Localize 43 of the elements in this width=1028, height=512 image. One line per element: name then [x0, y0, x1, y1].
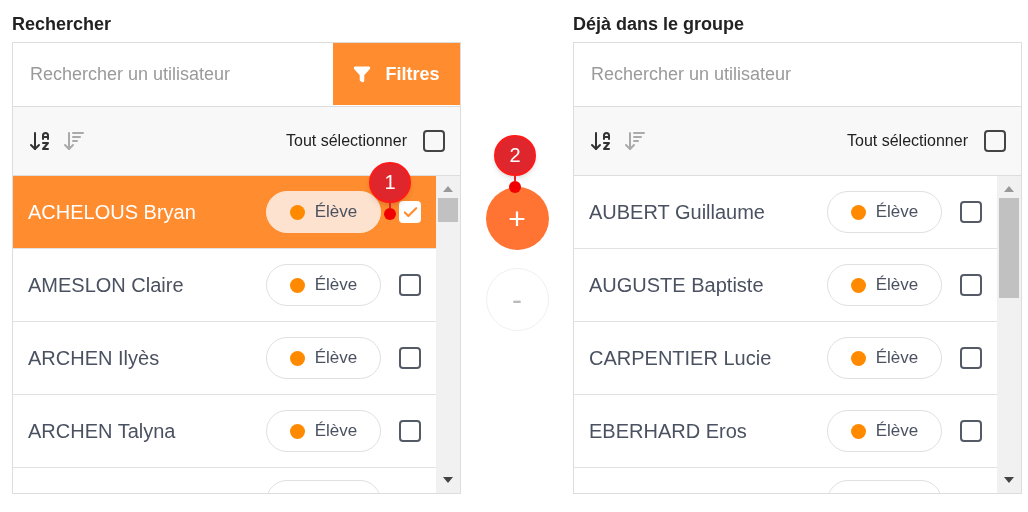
role-label: Élève	[314, 274, 358, 297]
user-name: EBERHARD Eros	[589, 419, 747, 444]
scrollbar[interactable]	[997, 176, 1021, 493]
row-checkbox[interactable]	[960, 274, 982, 296]
role-label: Élève	[875, 420, 919, 443]
row-checkbox[interactable]	[960, 420, 982, 442]
select-all-checkbox[interactable]	[423, 130, 445, 152]
role-label: Élève	[875, 347, 919, 370]
scrollbar-thumb[interactable]	[438, 198, 458, 222]
row-checkbox[interactable]	[399, 201, 421, 223]
user-name: CARPENTIER Lucie	[589, 346, 772, 371]
user-name: ACHELOUS Bryan	[28, 200, 196, 225]
role-label: Élève	[314, 347, 358, 370]
row-checkbox[interactable]	[399, 347, 421, 369]
scroll-up-arrow-icon	[1004, 186, 1014, 192]
sort-alphabetical-icon[interactable]	[589, 129, 613, 153]
search-field[interactable]: Rechercher un utilisateur	[574, 43, 1021, 106]
filter-icon	[353, 65, 372, 83]
user-name: ARCHEN Ilyès	[28, 346, 160, 371]
select-all-label: Tout sélectionner	[286, 131, 407, 151]
row-checkbox[interactable]	[960, 347, 982, 369]
row-checkbox[interactable]	[960, 201, 982, 223]
user-name: AUBERT Guillaume	[589, 200, 765, 225]
row-checkbox[interactable]	[399, 274, 421, 296]
select-all-checkbox[interactable]	[984, 130, 1006, 152]
row-checkbox[interactable]	[399, 420, 421, 442]
user-name: AUGUSTE Baptiste	[589, 273, 764, 298]
role-label: Élève	[875, 274, 919, 297]
search-field[interactable]: Rechercher un utilisateur	[13, 43, 333, 106]
role-label: Élève	[314, 201, 358, 224]
scroll-down-arrow-icon	[1004, 477, 1014, 483]
scrollbar-thumb[interactable]	[999, 198, 1019, 298]
scroll-down-arrow-icon	[443, 477, 453, 483]
select-all-label: Tout sélectionner	[847, 131, 968, 151]
scrollbar[interactable]	[436, 176, 460, 493]
user-name: AMESLON Claire	[28, 273, 184, 298]
role-label: Élève	[875, 201, 919, 224]
scroll-up-arrow-icon	[443, 186, 453, 192]
panel-title: Rechercher	[12, 13, 113, 36]
role-label: Élève	[314, 420, 358, 443]
user-name: ARCHEN Talyna	[28, 419, 176, 444]
sort-alphabetical-icon[interactable]	[28, 129, 52, 153]
panel-title: Déjà dans le groupe	[573, 13, 746, 36]
